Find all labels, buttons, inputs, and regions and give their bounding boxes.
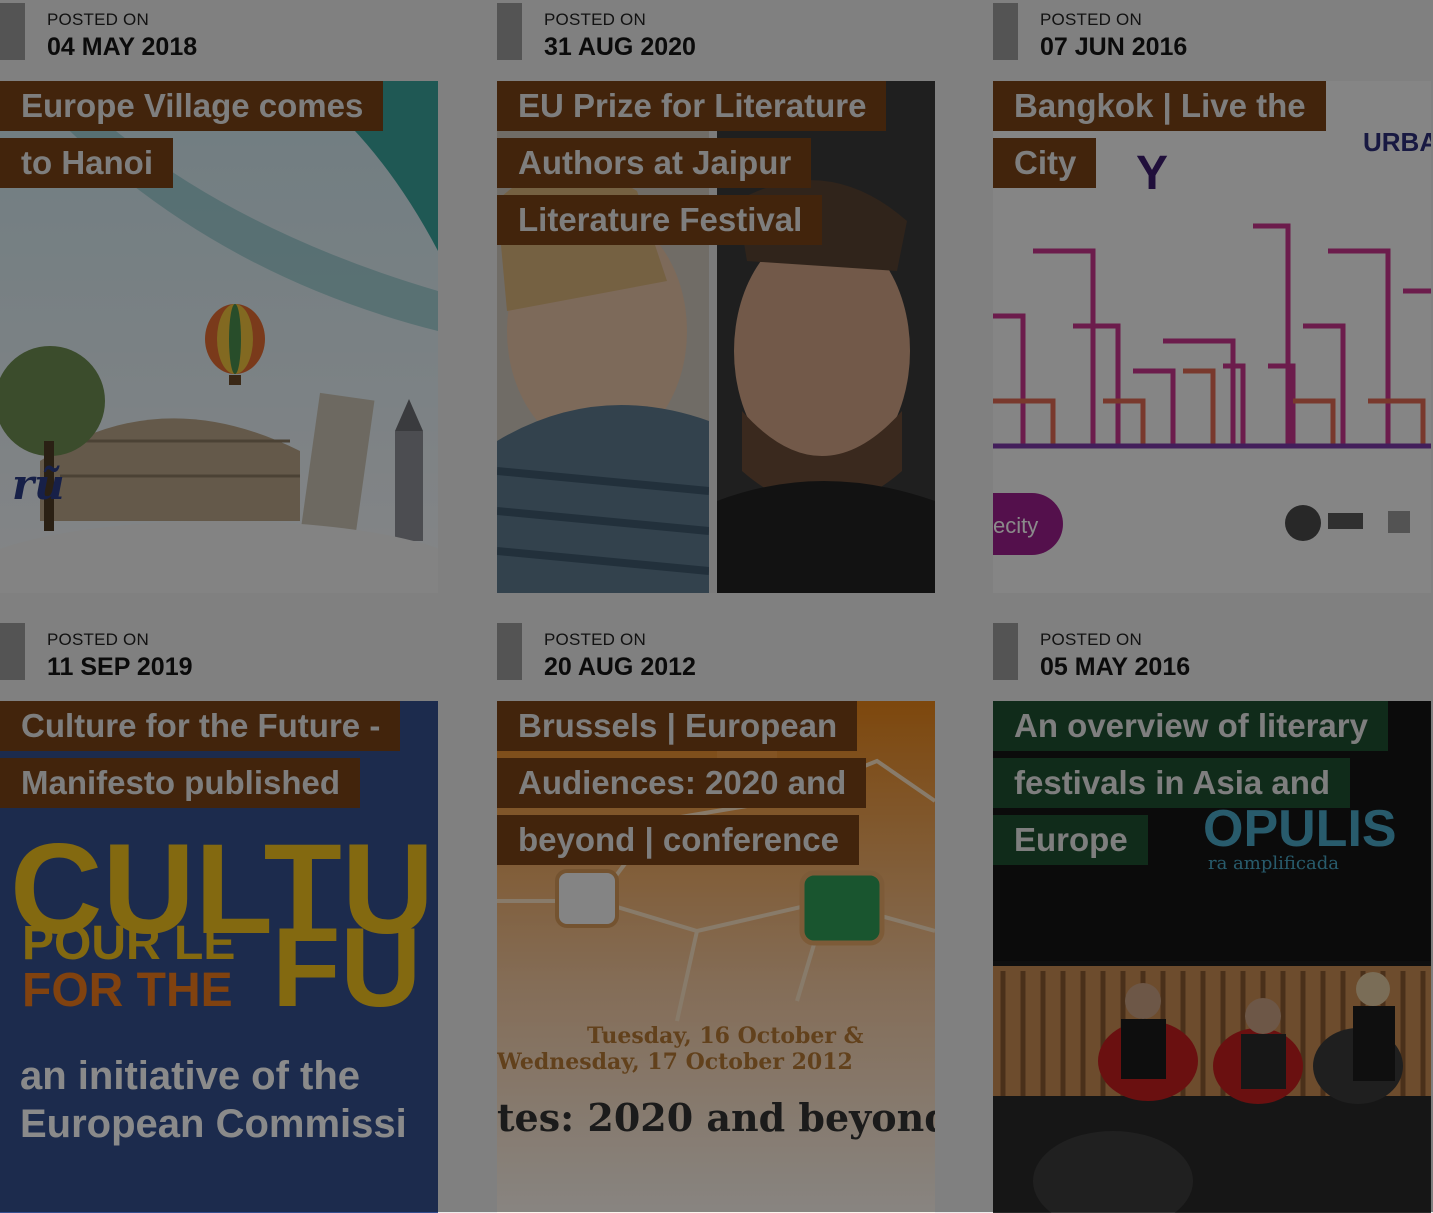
post-date: 11 SEP 2019 [47,653,193,681]
post-card[interactable]: POSTED ON 04 MAY 2018 rũ Europe Village … [0,0,438,593]
poster-text-fu: FU [272,905,421,1030]
post-title-box[interactable]: An overview of literary festivals in Asi… [993,701,1393,872]
posted-on-label: POSTED ON [47,630,149,649]
post-title[interactable]: Europe Village comes to Hanoi [0,81,384,188]
date-accent-bar [993,623,1018,680]
post-card[interactable]: POSTED ON 05 MAY 2016 OPULIS ra amplific… [993,620,1431,1213]
post-card[interactable]: POSTED ON 11 SEP 2019 CULTU POUR LE FOR … [0,620,438,1213]
poster-initiative-line1: an initiative of the [20,1054,360,1098]
post-title-box[interactable]: Bangkok | Live the City [993,81,1393,195]
post-card[interactable]: POSTED ON 20 AUG 2012 Tuesday, 16 Octobe… [497,620,935,1213]
post-thumbnail[interactable]: rũ Europe Village comes to Hanoi [0,81,438,593]
logo-icon [1285,505,1321,541]
posted-on-label: POSTED ON [47,10,149,29]
post-title-box[interactable]: Culture for the Future - Manifesto publi… [0,701,401,815]
post-title-box[interactable]: Brussels | European Audiences: 2020 and … [497,701,897,872]
post-title[interactable]: Bangkok | Live the City [993,81,1326,188]
post-thumbnail[interactable]: CULTU POUR LE FOR THE FU an initiative o… [0,701,438,1213]
date-accent-bar [0,3,25,60]
date-accent-bar [497,3,522,60]
post-thumbnail[interactable]: EU Prize for Literature Authors at Jaipu… [497,81,935,593]
post-card[interactable]: POSTED ON 31 AUG 2020 EU Prize for Liter… [497,0,935,593]
post-title[interactable]: EU Prize for Literature Authors at Jaipu… [497,81,887,245]
poster-initiative-line2: European Commissi [20,1102,407,1146]
post-date: 04 MAY 2018 [47,33,198,61]
post-thumbnail[interactable]: OPULIS ra amplificada An overview of lit… [993,701,1431,1213]
post-title[interactable]: Brussels | European Audiences: 2020 and … [497,701,867,865]
post-title[interactable]: An overview of literary festivals in Asi… [993,701,1388,865]
post-date: 31 AUG 2020 [544,33,696,61]
poster-subtitle: tes: 2020 and beyond [497,1095,935,1140]
post-date: 07 JUN 2016 [1040,33,1188,61]
date-accent-bar [993,3,1018,60]
date-accent-bar [497,623,522,680]
post-date: 05 MAY 2016 [1040,653,1191,681]
post-thumbnail[interactable]: URBA Y ecity Bangkok | Live the City [993,81,1431,593]
poster-text-fr: POUR LE [22,917,235,970]
posted-on-label: POSTED ON [1040,630,1142,649]
poster-date-line1: Tuesday, 16 October & [587,1023,864,1049]
illustration-text: rũ [12,460,65,509]
post-thumbnail[interactable]: Tuesday, 16 October & Wednesday, 17 Octo… [497,701,935,1213]
date-accent-bar [0,623,25,680]
posted-on-label: POSTED ON [544,10,646,29]
post-title-box[interactable]: Europe Village comes to Hanoi [0,81,400,195]
poster-date-line2: Wednesday, 17 October 2012 [497,1049,853,1075]
post-title-box[interactable]: EU Prize for Literature Authors at Jaipu… [497,81,897,252]
posted-on-label: POSTED ON [1040,10,1142,29]
post-date: 20 AUG 2012 [544,653,696,681]
posted-on-label: POSTED ON [544,630,646,649]
post-title[interactable]: Culture for the Future - Manifesto publi… [0,701,401,808]
poster-text-en: FOR THE [22,964,233,1017]
poster-pill-text: ecity [993,513,1038,538]
post-card[interactable]: POSTED ON 07 JUN 2016 URBA Y ecity Bangk… [993,0,1431,593]
